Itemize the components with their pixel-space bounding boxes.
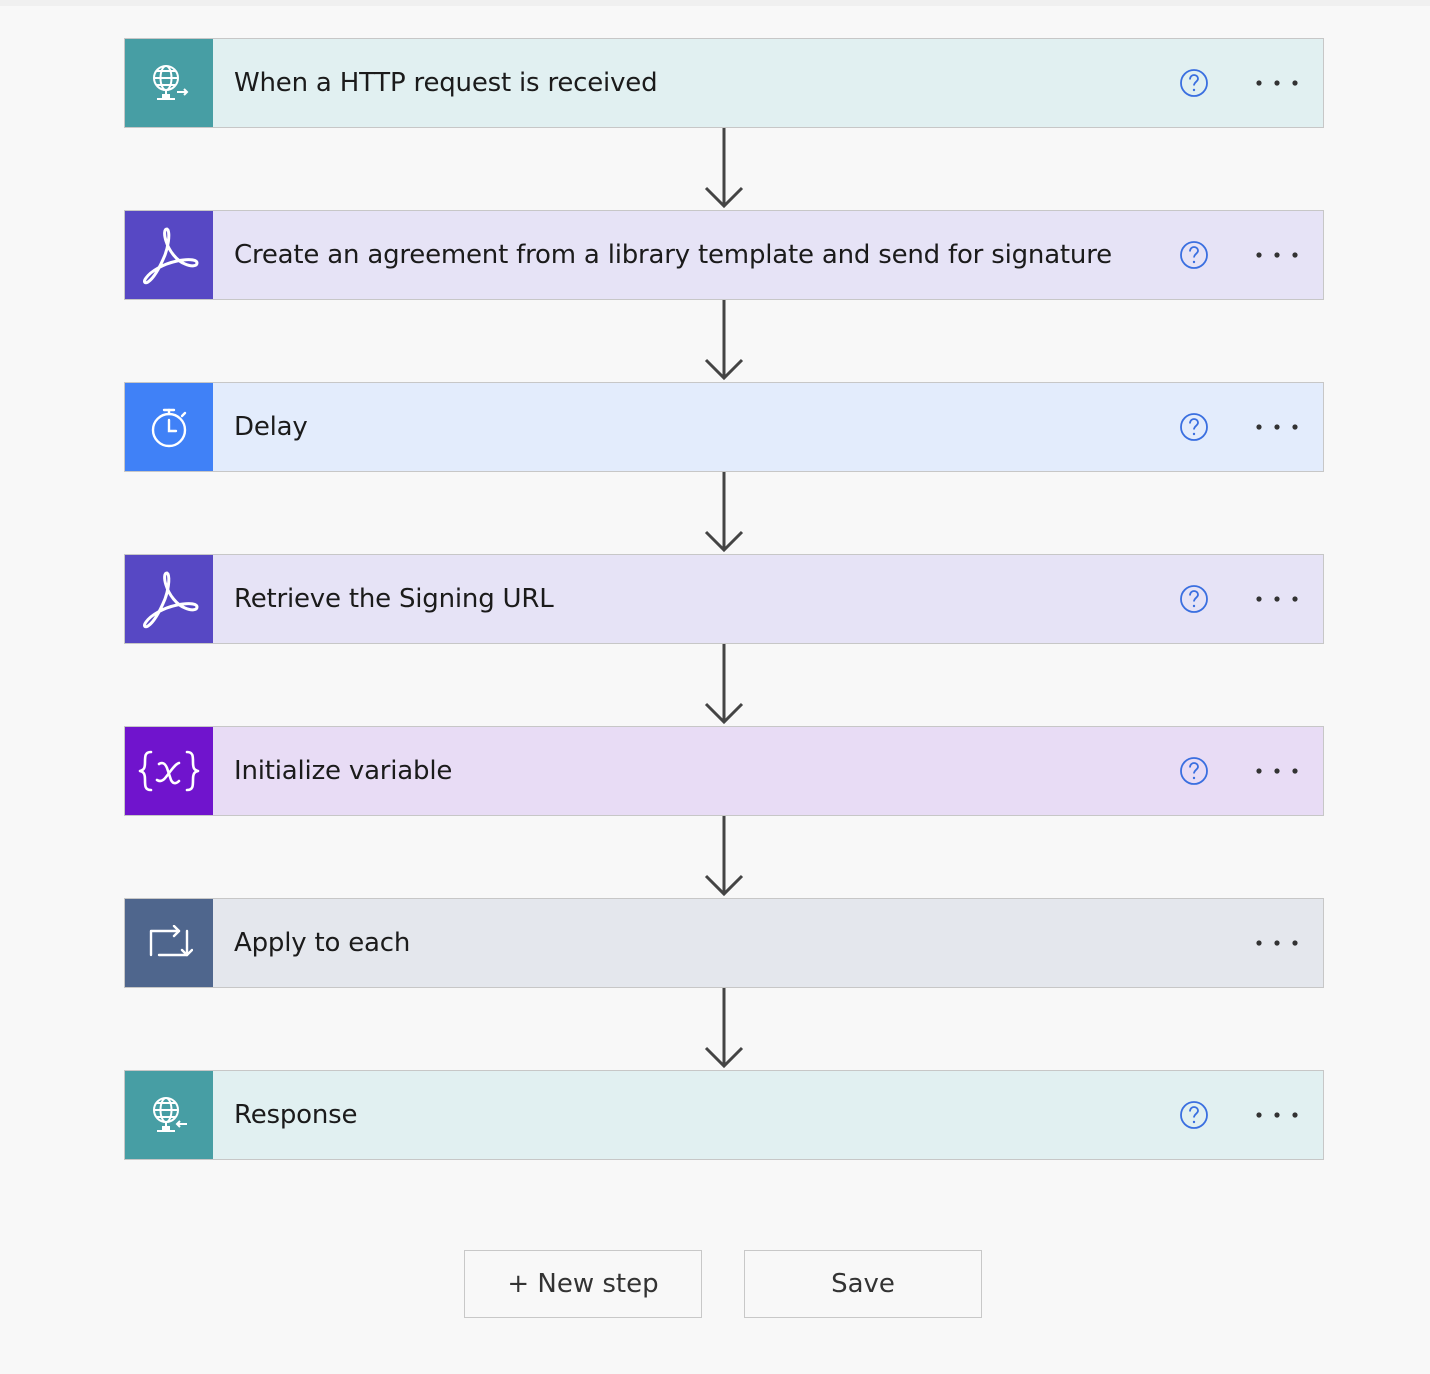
step-title: Apply to each (234, 928, 411, 958)
adobe-sign-icon (143, 227, 199, 285)
ellipsis-icon (1256, 80, 1298, 86)
new-step-button[interactable]: + New step (464, 1250, 702, 1318)
connector-arrow (704, 300, 744, 381)
connector-arrow (704, 644, 744, 725)
more-options-button[interactable] (1247, 411, 1307, 443)
step-card[interactable]: When a HTTP request is received (124, 38, 1324, 128)
save-button[interactable]: Save (744, 1250, 982, 1318)
step-card[interactable]: Retrieve the Signing URL (124, 554, 1324, 644)
connector-arrow (704, 816, 744, 897)
variable-icon (138, 750, 200, 792)
ellipsis-icon (1256, 252, 1298, 258)
help-button[interactable] (1178, 411, 1210, 443)
step-icon-box (125, 39, 213, 127)
step-card[interactable]: Apply to each (124, 898, 1324, 988)
ellipsis-icon (1256, 768, 1298, 774)
http-response-icon (153, 1097, 187, 1132)
ellipsis-icon (1256, 424, 1298, 430)
question-circle-icon (1180, 585, 1208, 613)
question-circle-icon (1180, 69, 1208, 97)
ellipsis-icon (1256, 1112, 1298, 1118)
more-options-button[interactable] (1247, 927, 1307, 959)
help-button[interactable] (1178, 67, 1210, 99)
loop-icon (149, 925, 193, 957)
step-title: Response (234, 1100, 358, 1130)
help-button[interactable] (1178, 1099, 1210, 1131)
step-icon-box (125, 555, 213, 643)
step-icon-box (125, 1071, 213, 1159)
step-title: Initialize variable (234, 756, 453, 786)
step-title: Delay (234, 412, 308, 442)
canvas-top-strip (0, 0, 1430, 6)
step-icon-box (125, 899, 213, 987)
help-button[interactable] (1178, 583, 1210, 615)
more-options-button[interactable] (1247, 239, 1307, 271)
step-icon-box (125, 727, 213, 815)
more-options-button[interactable] (1247, 583, 1307, 615)
step-icon-box (125, 383, 213, 471)
help-button[interactable] (1178, 755, 1210, 787)
step-card[interactable]: Response (124, 1070, 1324, 1160)
connector-arrow (704, 472, 744, 553)
more-options-button[interactable] (1247, 67, 1307, 99)
ellipsis-icon (1256, 940, 1298, 946)
question-circle-icon (1180, 241, 1208, 269)
connector-arrow (704, 988, 744, 1069)
ellipsis-icon (1256, 596, 1298, 602)
adobe-sign-icon (143, 571, 199, 629)
step-card[interactable]: Delay (124, 382, 1324, 472)
more-options-button[interactable] (1247, 755, 1307, 787)
http-request-icon (153, 65, 189, 100)
timer-icon (151, 408, 187, 448)
more-options-button[interactable] (1247, 1099, 1307, 1131)
connector-arrow (704, 128, 744, 209)
step-card[interactable]: Initialize variable (124, 726, 1324, 816)
step-title: Create an agreement from a library templ… (234, 240, 1112, 270)
step-card[interactable]: Create an agreement from a library templ… (124, 210, 1324, 300)
step-title: When a HTTP request is received (234, 68, 658, 98)
question-circle-icon (1180, 1101, 1208, 1129)
help-button[interactable] (1178, 239, 1210, 271)
question-circle-icon (1180, 757, 1208, 785)
step-title: Retrieve the Signing URL (234, 584, 554, 614)
question-circle-icon (1180, 413, 1208, 441)
step-icon-box (125, 211, 213, 299)
